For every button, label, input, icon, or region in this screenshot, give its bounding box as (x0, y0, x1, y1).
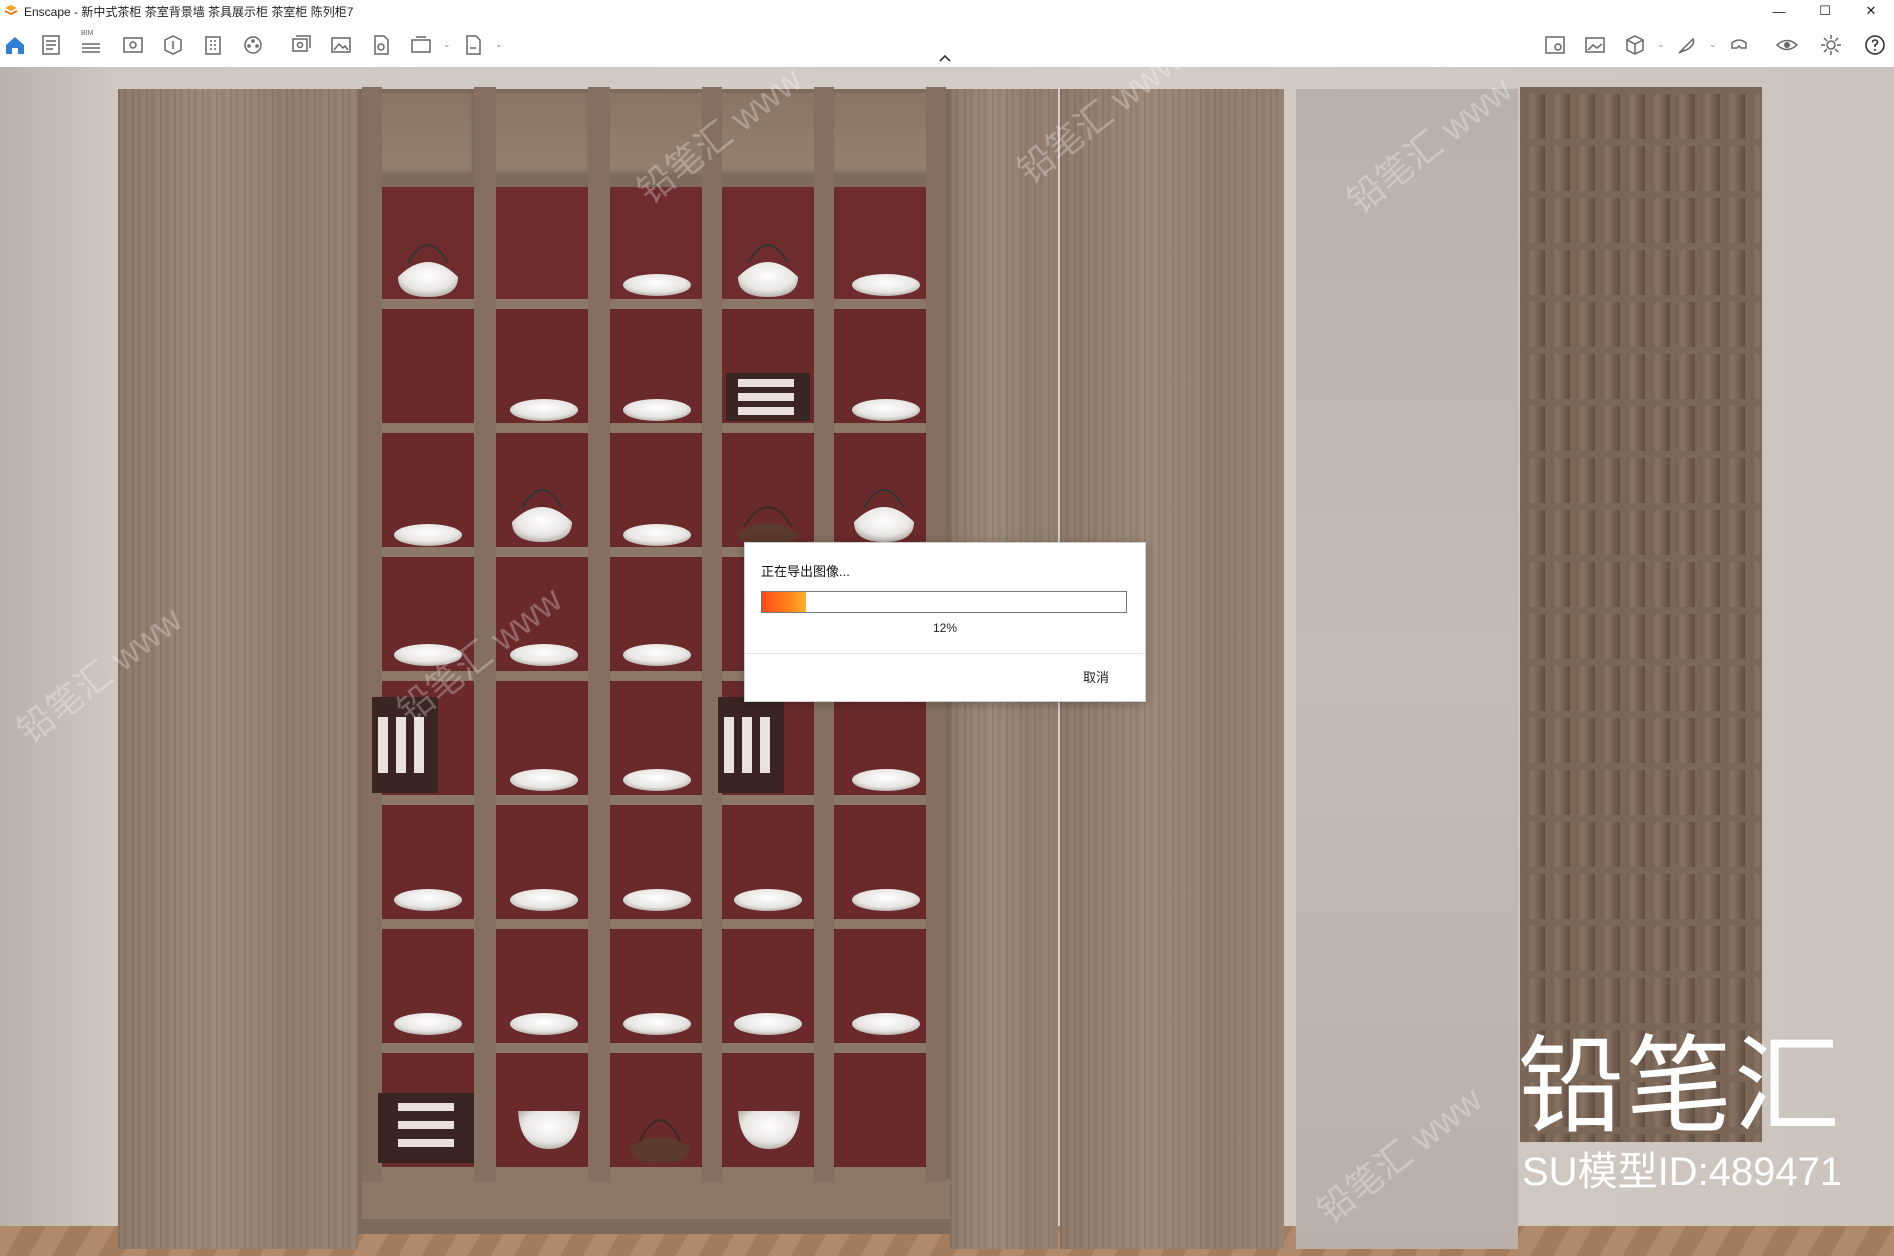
image-icon (331, 37, 351, 53)
cancel-button[interactable]: 取消 (1083, 667, 1109, 686)
export-progress-dialog: 正在导出图像... 12% 取消 (744, 542, 1146, 702)
progress-bar-fill (762, 592, 806, 612)
image-button[interactable] (328, 32, 354, 58)
cube-button[interactable] (1622, 32, 1648, 58)
view-360-button[interactable] (408, 32, 434, 58)
export-icon (466, 35, 481, 55)
building-button[interactable] (200, 32, 226, 58)
eye-icon (1775, 39, 1799, 51)
window-title: Enscape - 新中式茶柜 茶室背景墙 茶具展示柜 茶室柜 陈列柜7 (24, 4, 354, 19)
help-icon (1865, 35, 1885, 55)
export-button[interactable] (460, 32, 486, 58)
dialog-divider (745, 653, 1145, 654)
feather-dropdown-caret[interactable]: ⌄ (1709, 40, 1717, 49)
panorama-icon (374, 35, 389, 55)
export-dropdown-caret[interactable]: ⌄ (495, 40, 503, 49)
view-360-dropdown-caret[interactable]: ⌄ (443, 40, 451, 49)
window-controls: — ☐ ✕ (1756, 0, 1894, 22)
vr-headset-icon (1731, 39, 1747, 49)
title-bar: Enscape - 新中式茶柜 茶室背景墙 茶具展示柜 茶室柜 陈列柜7 — ☐… (0, 0, 1894, 22)
watermark-logo: 铅笔汇 (1518, 1025, 1842, 1148)
view-icon (123, 37, 143, 53)
eye-button[interactable] (1774, 32, 1800, 58)
dialog-title: 正在导出图像... (761, 564, 850, 579)
collapse-toolbar-chevron-icon[interactable] (937, 52, 953, 64)
home-button[interactable] (2, 32, 28, 58)
batch-render-icon (292, 35, 311, 52)
film-reel-button[interactable] (240, 32, 266, 58)
screenshot-button[interactable] (1582, 32, 1608, 58)
close-button[interactable]: ✕ (1848, 0, 1894, 22)
progress-percent-label: 12% (932, 621, 958, 635)
render-settings-icon (1545, 36, 1565, 54)
help-button[interactable] (1862, 32, 1888, 58)
bim-label: BIM (81, 30, 94, 37)
feather-button[interactable] (1674, 32, 1700, 58)
gear-icon (1821, 35, 1841, 55)
asset-button[interactable] (160, 32, 186, 58)
building-icon (205, 36, 221, 55)
screenshot-icon (1585, 37, 1605, 53)
bim-button[interactable]: BIM (78, 30, 104, 58)
home-icon (6, 37, 24, 54)
feather-icon (1678, 37, 1695, 54)
document-button[interactable] (38, 32, 64, 58)
minimize-button[interactable]: — (1756, 0, 1802, 22)
film-reel-icon (244, 36, 262, 54)
maximize-button[interactable]: ☐ (1802, 0, 1848, 22)
cube-icon (1626, 35, 1644, 55)
vr-headset-button[interactable] (1726, 32, 1752, 58)
render-settings-button[interactable] (1542, 32, 1568, 58)
enscape-logo-icon (4, 5, 18, 16)
export-progress-bar (761, 591, 1127, 613)
settings-button[interactable] (1818, 32, 1844, 58)
panorama-button[interactable] (368, 32, 394, 58)
view-360-icon (411, 36, 431, 53)
asset-icon (164, 35, 182, 55)
document-icon (42, 35, 60, 55)
view-button[interactable] (120, 32, 146, 58)
batch-render-button[interactable] (288, 32, 314, 58)
watermark-model-id: SU模型ID:489471 (1522, 1150, 1843, 1194)
cube-dropdown-caret[interactable]: ⌄ (1657, 40, 1665, 49)
